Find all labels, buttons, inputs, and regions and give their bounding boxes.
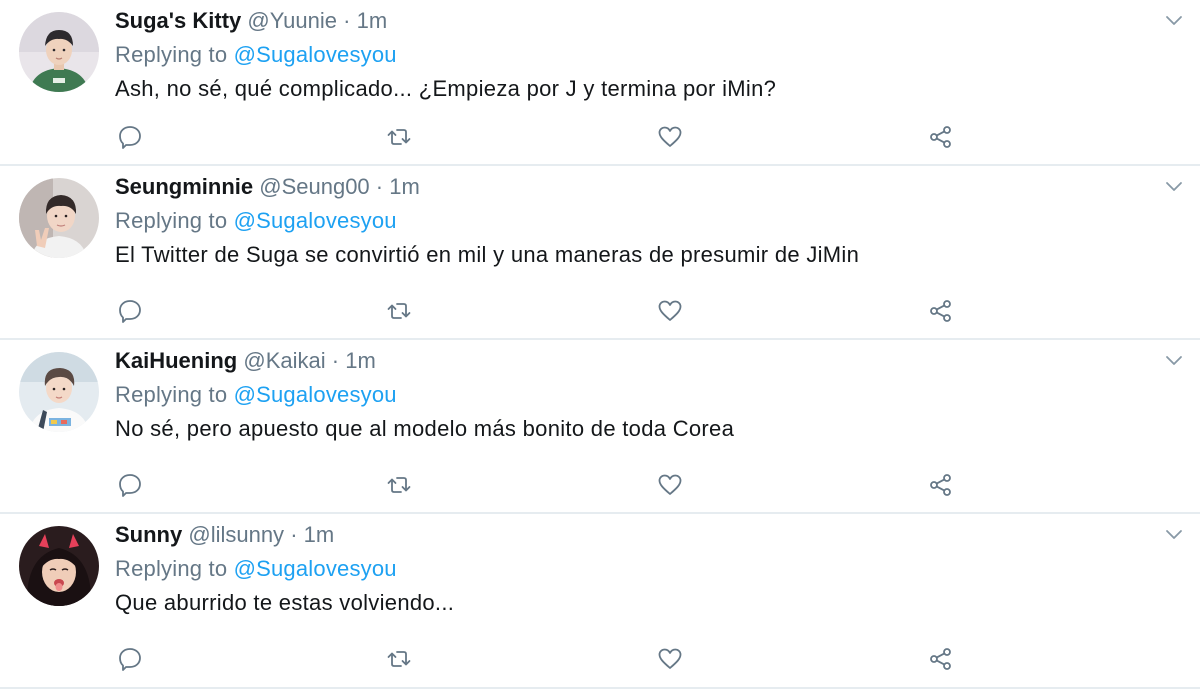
timestamp[interactable]: 1m — [345, 348, 376, 373]
share-icon[interactable] — [928, 124, 954, 150]
mention-link[interactable]: @Sugalovesyou — [234, 382, 397, 407]
separator-dot: · — [331, 348, 340, 373]
like-icon[interactable] — [657, 124, 683, 150]
retweet-icon[interactable] — [386, 646, 412, 672]
retweet-icon[interactable] — [386, 124, 412, 150]
reply-icon[interactable] — [117, 472, 143, 498]
replying-to-label: Replying to — [115, 208, 234, 233]
separator-dot: · — [290, 522, 298, 547]
tweet-header: Seungminnie @Seung00 · 1m — [115, 172, 420, 202]
user-handle[interactable]: @Seung00 — [259, 174, 369, 199]
tweet-text: Ash, no sé, qué complicado... ¿Empieza p… — [115, 76, 777, 101]
avatar[interactable] — [19, 178, 99, 258]
share-icon[interactable] — [928, 298, 954, 324]
reply-icon[interactable] — [117, 646, 143, 672]
chevron-down-icon[interactable] — [1164, 352, 1184, 368]
separator-dot: · — [343, 8, 351, 33]
replying-to-label: Replying to — [115, 556, 234, 581]
chevron-down-icon[interactable] — [1164, 12, 1184, 28]
tweet-header: Sunny @lilsunny · 1m — [115, 520, 334, 550]
share-icon[interactable] — [928, 646, 954, 672]
display-name[interactable]: Suga's Kitty — [115, 8, 241, 33]
like-icon[interactable] — [657, 298, 683, 324]
chevron-down-icon[interactable] — [1164, 178, 1184, 194]
mention-link[interactable]: @Sugalovesyou — [234, 42, 397, 67]
replying-to: Replying to @Sugalovesyou — [115, 554, 397, 584]
retweet-icon[interactable] — [386, 298, 412, 324]
tweet[interactable]: Seungminnie @Seung00 · 1m Replying to @S… — [0, 166, 1200, 340]
tweet-header: Suga's Kitty @Yuunie · 1m — [115, 6, 387, 36]
tweet-text: No sé, pero apuesto que al modelo más bo… — [115, 416, 735, 441]
display-name[interactable]: Sunny — [115, 522, 182, 547]
user-handle[interactable]: @lilsunny — [188, 522, 284, 547]
user-handle[interactable]: @Yuunie — [247, 8, 337, 33]
tweet[interactable]: Suga's Kitty @Yuunie · 1m Replying to @S… — [0, 0, 1200, 166]
like-icon[interactable] — [657, 472, 683, 498]
tweet-header: KaiHuening @Kaikai · 1m — [115, 346, 376, 376]
timestamp[interactable]: 1m — [357, 8, 388, 33]
replying-to-label: Replying to — [115, 382, 234, 407]
timestamp[interactable]: 1m — [389, 174, 420, 199]
user-handle[interactable]: @Kaikai — [243, 348, 325, 373]
tweet-text: El Twitter de Suga se convirtió en mil y… — [115, 242, 860, 267]
tweet-feed: Suga's Kitty @Yuunie · 1m Replying to @S… — [0, 0, 1200, 697]
avatar[interactable] — [19, 12, 99, 92]
tweet-text: Que aburrido te estas volviendo... — [115, 590, 455, 615]
chevron-down-icon[interactable] — [1164, 526, 1184, 542]
replying-to: Replying to @Sugalovesyou — [115, 206, 397, 236]
avatar[interactable] — [19, 352, 99, 432]
replying-to: Replying to @Sugalovesyou — [115, 380, 397, 410]
display-name[interactable]: Seungminnie — [115, 174, 253, 199]
avatar[interactable] — [19, 526, 99, 606]
display-name[interactable]: KaiHuening — [115, 348, 237, 373]
separator-dot: · — [375, 174, 384, 199]
retweet-icon[interactable] — [386, 472, 412, 498]
mention-link[interactable]: @Sugalovesyou — [234, 556, 397, 581]
reply-icon[interactable] — [117, 124, 143, 150]
share-icon[interactable] — [928, 472, 954, 498]
timestamp[interactable]: 1m — [304, 522, 335, 547]
tweet[interactable]: Sunny @lilsunny · 1m Replying to @Sugalo… — [0, 514, 1200, 689]
replying-to-label: Replying to — [115, 42, 234, 67]
mention-link[interactable]: @Sugalovesyou — [234, 208, 397, 233]
replying-to: Replying to @Sugalovesyou — [115, 40, 397, 70]
tweet[interactable]: KaiHuening @Kaikai · 1m Replying to @Sug… — [0, 340, 1200, 514]
like-icon[interactable] — [657, 646, 683, 672]
reply-icon[interactable] — [117, 298, 143, 324]
